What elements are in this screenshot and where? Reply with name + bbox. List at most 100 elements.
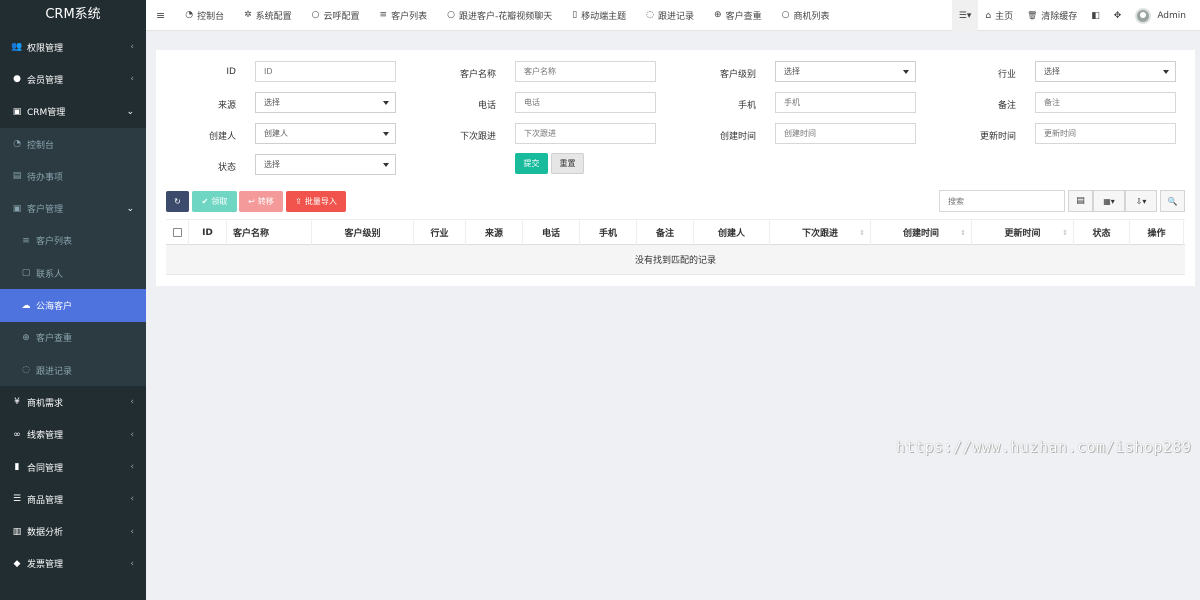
column-header-label: 状态 [1092, 229, 1111, 239]
dashboard-icon: ◔ [13, 139, 21, 150]
fullscreen-button[interactable]: ✥ [1107, 0, 1129, 31]
column-header[interactable]: 更新时间 ⇕ [972, 220, 1074, 245]
submit-button[interactable]: 提交 [515, 153, 548, 174]
column-header[interactable]: 来源 [466, 220, 523, 245]
chevron-left-icon: ‹ [130, 558, 134, 569]
sidebar-item[interactable]: ◔ 控制台 [0, 127, 146, 161]
reset-button[interactable]: 重置 [551, 153, 584, 174]
contact-icon: ▢ [21, 268, 31, 279]
top-tab[interactable]: ≡ 客户列表 [370, 0, 438, 31]
column-header[interactable]: 备注 [637, 220, 694, 245]
top-tab[interactable]: ⊕ 客户查重 [704, 0, 772, 31]
field-input[interactable] [775, 92, 916, 113]
field-input[interactable] [515, 92, 656, 113]
reply-icon: ↩ [248, 197, 255, 206]
select-all-checkbox[interactable] [172, 228, 182, 237]
sidebar-item[interactable]: ◌ 跟进记录 [0, 353, 146, 387]
column-header-label: 行业 [430, 229, 449, 239]
toggle-view-button[interactable]: ▤ [1068, 190, 1093, 212]
home-label: 主页 [995, 12, 1014, 22]
sidebar-item[interactable]: ⊕ 客户查重 [0, 321, 146, 354]
field-input[interactable] [1035, 92, 1176, 113]
sidebar-item[interactable]: ▤ 待办事项 [0, 160, 146, 193]
table-search-input[interactable] [939, 190, 1065, 212]
sidebar-item[interactable]: ▣ 客户管理 ⌄ [0, 192, 146, 225]
batch-import-button[interactable]: ⇪ 批量导入 [286, 191, 346, 212]
field-select[interactable]: 选择 [775, 61, 916, 82]
chevron-down-icon: ⌄ [126, 203, 134, 214]
sidebar-item[interactable]: ● 会员管理 ‹ [0, 63, 146, 95]
nav-menu-dropdown[interactable]: ☰▾ [951, 0, 979, 31]
column-header[interactable]: 创建人 [694, 220, 770, 245]
columns-dropdown[interactable]: ▦▾ [1093, 190, 1125, 212]
gear-icon: ✲ [244, 10, 252, 20]
top-tab[interactable]: ○ 云呼配置 [302, 0, 370, 31]
clear-cache-button[interactable]: 🗑 清除缓存 [1020, 0, 1084, 31]
sidebar-item[interactable]: ☁ 公海客户 [0, 289, 146, 322]
translate-button[interactable]: ◧ [1084, 0, 1107, 31]
top-tabs: ◔ 控制台 ✲ 系统配置 ○ 云呼配置 ≡ 客户列表 ○ 跟进客户-花瓣视频聊天 ▯ 移动端主题 ◌ 跟进… [175, 0, 839, 31]
export-dropdown[interactable]: ⇩▾ [1125, 190, 1157, 212]
ticket-icon: ◆ [13, 558, 21, 569]
column-header[interactable]: 电话 [523, 220, 580, 245]
sidebar-item[interactable]: ▮ 合同管理 ‹ [0, 451, 146, 483]
sidebar-item[interactable]: ◆ 发票管理 ‹ [0, 548, 146, 580]
column-header[interactable]: 手机 [580, 220, 637, 245]
field-input[interactable] [255, 61, 396, 82]
top-tab[interactable]: ◔ 控制台 [175, 0, 234, 31]
column-header[interactable]: 下次跟进 ⇕ [770, 220, 871, 245]
home-link[interactable]: ⌂ 主页 [978, 0, 1020, 31]
field-input[interactable] [1035, 123, 1176, 144]
sidebar-item[interactable]: ≡ 客户列表 [0, 224, 146, 258]
field-input[interactable] [515, 61, 656, 82]
sidebar-item[interactable]: ¥ 商机需求 ‹ [0, 386, 146, 418]
refresh-button[interactable]: ↻ [166, 191, 189, 212]
sidebar-item[interactable]: 👥 权限管理 ‹ [0, 31, 146, 63]
top-tab[interactable]: ▯ 移动端主题 [562, 0, 636, 31]
search-button[interactable]: 🔍 [1160, 190, 1185, 212]
top-right-nav: ☰▾ ⌂ 主页 🗑 清除缓存 ◧ ✥ Admin [951, 0, 1200, 31]
field-label: 来源 [217, 101, 236, 111]
chevron-left-icon: ‹ [130, 397, 134, 408]
sidebar-item[interactable]: ▥ 数据分析 ‹ [0, 515, 146, 547]
sidebar-item-label: 公海客户 [36, 302, 73, 313]
sidebar-item[interactable]: ∞ 线索管理 ‹ [0, 419, 146, 451]
claim-button[interactable]: ✔ 领取 [192, 191, 237, 212]
column-header-label: 操作 [1147, 229, 1166, 239]
column-header[interactable]: 操作 [1130, 220, 1184, 245]
field-select[interactable]: 选择 [255, 154, 396, 175]
top-tab[interactable]: ○ 商机列表 [772, 0, 840, 31]
sidebar-item[interactable]: ☰ 商品管理 ‹ [0, 483, 146, 515]
sidebar-item-label: 线索管理 [27, 431, 64, 442]
column-header[interactable]: 状态 [1074, 220, 1130, 245]
sidebar-item[interactable]: ▣ CRM管理 ⌄ [0, 96, 146, 128]
sidebar-item[interactable]: ▢ 联系人 [0, 257, 146, 290]
column-header[interactable]: 创建时间 ⇕ [871, 220, 972, 245]
user-circle-icon: ● [13, 74, 21, 85]
field-select[interactable]: 选择 [1035, 61, 1176, 82]
column-header-label: 手机 [598, 229, 617, 239]
submit-label: 提交 [523, 159, 540, 168]
user-menu[interactable]: Admin [1128, 0, 1200, 31]
top-tab[interactable]: ✲ 系统配置 [234, 0, 302, 31]
column-header[interactable]: 行业 [414, 220, 466, 245]
column-header[interactable]: 客户级别 [312, 220, 414, 245]
avatar [1135, 7, 1152, 24]
field-select[interactable]: 选择 [255, 92, 396, 113]
sidebar-toggle-button[interactable]: ≡ [146, 0, 175, 31]
top-tab[interactable]: ○ 跟进客户-花瓣视频聊天 [437, 0, 562, 31]
id-card-icon: ▣ [12, 106, 22, 117]
top-tab-label: 跟进客户-花瓣视频聊天 [458, 11, 553, 22]
field-input[interactable] [775, 123, 916, 144]
home-icon: ⌂ [985, 10, 992, 21]
column-header-label: 来源 [484, 229, 503, 239]
reset-label: 重置 [559, 159, 576, 168]
transfer-button[interactable]: ↩ 转移 [239, 191, 283, 212]
field-input[interactable] [515, 123, 656, 144]
top-tab-label: 系统配置 [255, 11, 292, 22]
top-tab[interactable]: ◌ 跟进记录 [636, 0, 704, 31]
clear-cache-label: 清除缓存 [1041, 12, 1078, 22]
field-select[interactable]: 创建人 [255, 123, 396, 144]
column-header[interactable]: 客户名称 [227, 220, 312, 245]
column-header[interactable]: ID [189, 220, 227, 245]
